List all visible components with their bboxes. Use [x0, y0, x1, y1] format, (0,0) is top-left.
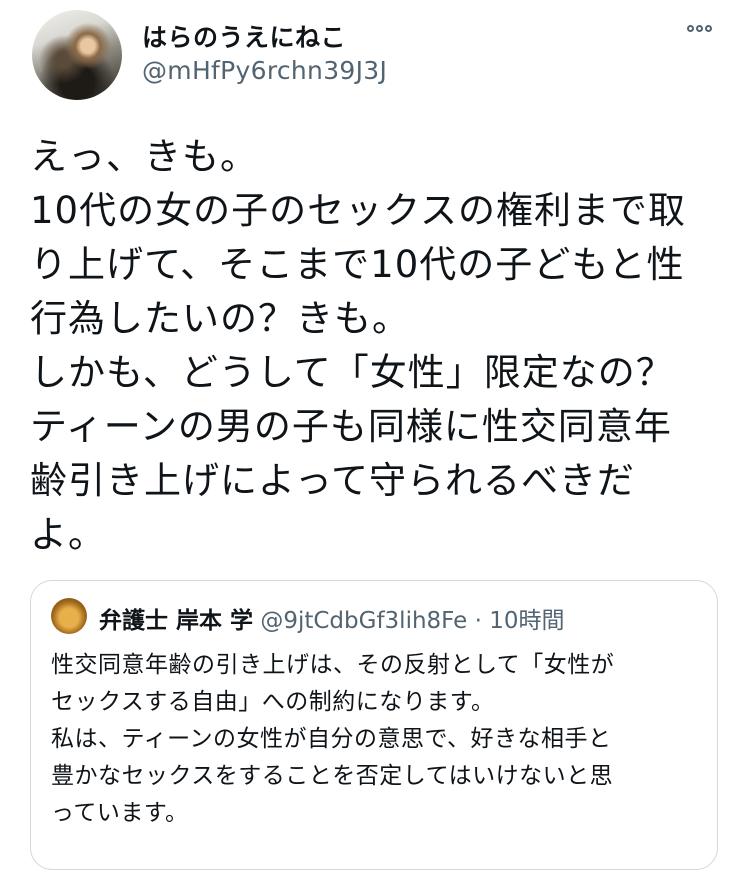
more-dot [687, 25, 694, 32]
author-handle[interactable]: @mHfPy6rchn39J3J [142, 56, 387, 85]
quoted-tweet-time: 10時間 [489, 608, 565, 634]
tweet-text: えっ、きも。 10代の女の子のセックスの権利まで取 り上げて、そこまで10代の子… [30, 135, 686, 556]
more-dot [705, 25, 712, 32]
quoted-author-name: 弁護士 岸本 学 [99, 608, 254, 634]
quoted-tweet[interactable]: 弁護士 岸本 学 @9jtCdbGf3lih8Fe · 10時間 性交同意年齢の… [30, 580, 718, 870]
meta-separator: · [474, 608, 482, 634]
more-dot [696, 25, 703, 32]
quoted-tweet-header: 弁護士 岸本 学 @9jtCdbGf3lih8Fe · 10時間 [99, 601, 565, 635]
more-horizontal-icon[interactable] [687, 25, 712, 32]
quoted-author-avatar [51, 598, 87, 634]
author-avatar[interactable] [32, 10, 122, 100]
quoted-tweet-text: 性交同意年齢の引き上げは、その反射として「女性が セックスする自由」への制約にな… [51, 652, 615, 826]
author-display-name[interactable]: はらのうえにねこ [142, 18, 346, 54]
quoted-author-handle: @9jtCdbGf3lih8Fe [260, 608, 468, 634]
